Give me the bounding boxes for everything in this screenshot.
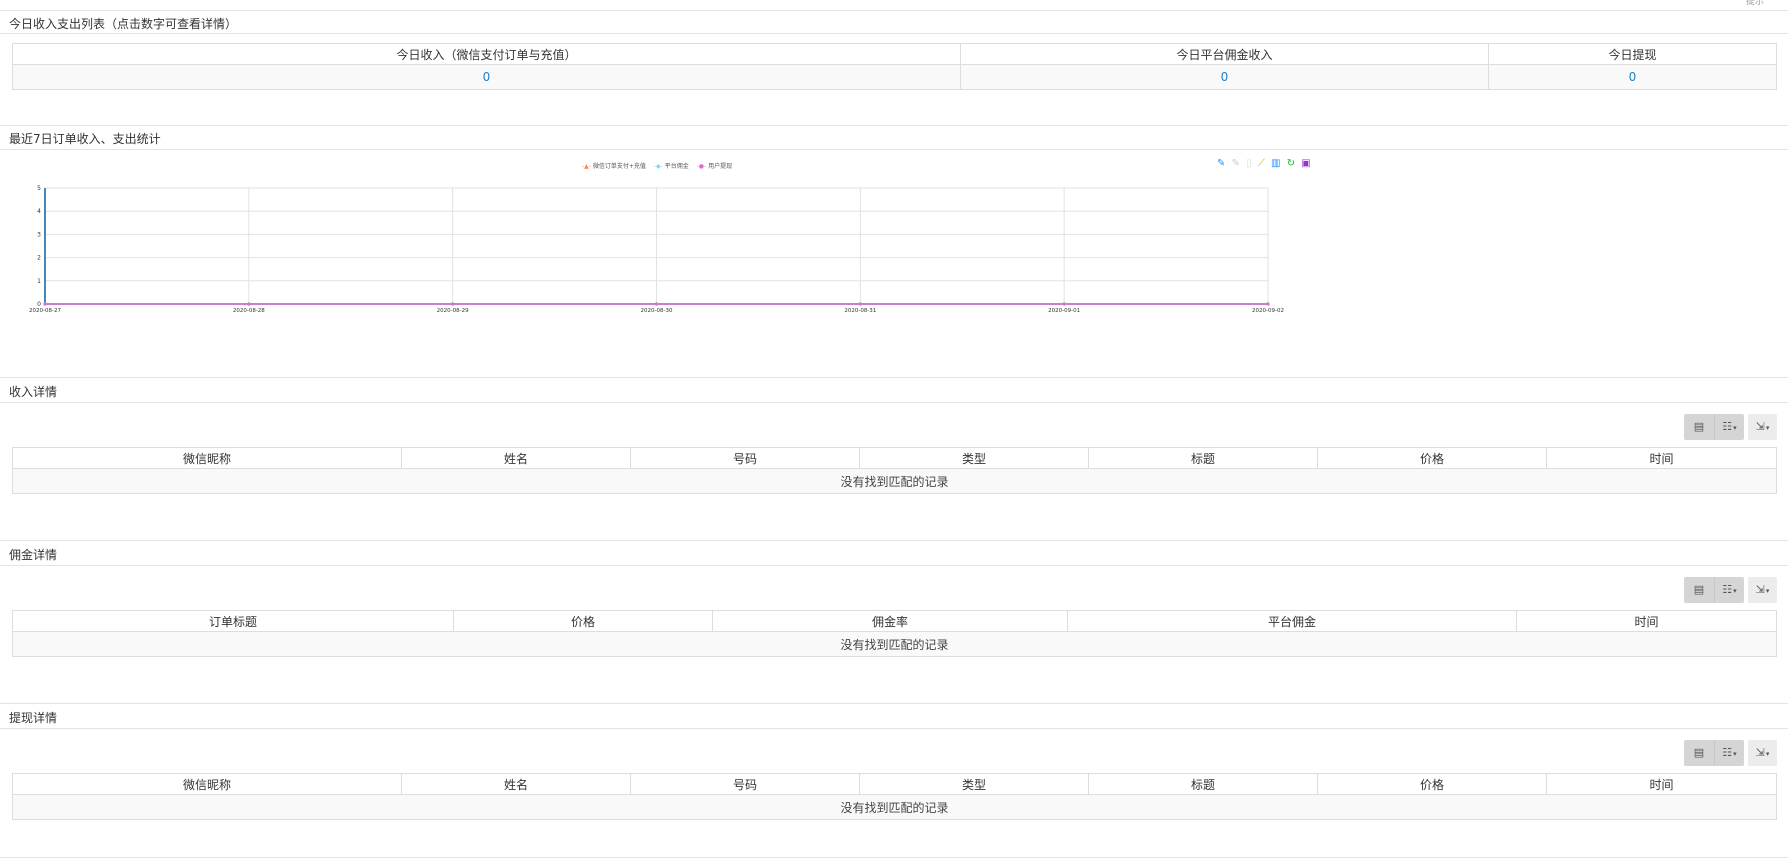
withdraw-panel-title: 提现详情: [9, 711, 58, 725]
section-divider: [0, 857, 1788, 858]
today-withdraw-header: 今日提现: [1488, 43, 1777, 65]
data-point: [247, 302, 251, 306]
data-point: [43, 302, 47, 306]
card-view-button[interactable]: ▤: [1684, 414, 1715, 440]
commission-table: 订单标题 价格 佣金率 平台佣金 时间 没有找到匹配的记录: [12, 610, 1777, 657]
column-header[interactable]: 微信昵称: [12, 447, 402, 469]
weekly-line-chart: 0 1 2 3 4 5 2020-08-27 2020-08-28 2020-08-29 2020…: [29, 185, 1284, 314]
today-summary-table: 今日收入（微信支付订单与充值） 今日平台佣金收入 今日提现 0 0 0: [12, 43, 1777, 90]
top-corner-text: 提示: [1745, 0, 1764, 7]
columns-button[interactable]: ☷▾: [1715, 414, 1744, 440]
today-income-header: 今日收入（微信支付订单与充值）: [12, 43, 961, 65]
column-header[interactable]: 时间: [1546, 773, 1777, 795]
export-button[interactable]: ⇲▾: [1748, 577, 1777, 603]
empty-message: 没有找到匹配的记录: [12, 794, 1777, 820]
column-header[interactable]: 姓名: [401, 447, 631, 469]
section-divider: [0, 540, 1788, 541]
export-icon: ⇲: [1755, 746, 1765, 759]
column-header[interactable]: 类型: [859, 447, 1089, 469]
data-point: [1266, 302, 1270, 306]
income-table-toolbar: ▤ ☷▾ ⇲▾: [1684, 414, 1777, 440]
income-panel-title: 收入详情: [9, 385, 58, 399]
section-divider: [0, 377, 1788, 378]
y-tick-label: 1: [37, 278, 41, 285]
card-view-icon: ▤: [1693, 583, 1705, 596]
export-button[interactable]: ⇲▾: [1748, 740, 1777, 766]
columns-button[interactable]: ☷▾: [1715, 740, 1744, 766]
column-header[interactable]: 价格: [1317, 447, 1547, 469]
table-header-row: 今日收入（微信支付订单与充值） 今日平台佣金收入 今日提现: [12, 43, 1777, 65]
y-tick-label: 3: [37, 231, 41, 238]
withdraw-table-toolbar: ▤ ☷▾ ⇲▾: [1684, 740, 1777, 766]
withdraw-table: 微信昵称 姓名 号码 类型 标题 价格 时间 没有找到匹配的记录: [12, 773, 1777, 820]
save-image-icon[interactable]: ▣: [1301, 158, 1310, 169]
column-header[interactable]: 号码: [630, 773, 860, 795]
y-tick-label: 2: [37, 255, 41, 262]
empty-message: 没有找到匹配的记录: [12, 468, 1777, 494]
data-point: [1062, 302, 1066, 306]
y-tick-label: 4: [37, 208, 41, 215]
income-table: 微信昵称 姓名 号码 类型 标题 价格 时间 没有找到匹配的记录: [12, 447, 1777, 494]
column-header[interactable]: 订单标题: [12, 610, 454, 632]
card-view-icon: ▤: [1693, 746, 1705, 759]
column-header[interactable]: 价格: [453, 610, 713, 632]
today-panel-title: 今日收入支出列表（点击数字可查看详情）: [9, 17, 238, 31]
commission-table-toolbar: ▤ ☷▾ ⇲▾: [1684, 577, 1777, 603]
card-view-icon: ▤: [1693, 420, 1705, 433]
data-point: [451, 302, 455, 306]
x-tick-label: 2020-08-30: [641, 308, 673, 314]
y-tick-label: 5: [37, 185, 41, 192]
today-commission-header: 今日平台佣金收入: [960, 43, 1489, 65]
table-row: 没有找到匹配的记录: [12, 794, 1777, 820]
card-view-button[interactable]: ▤: [1684, 740, 1715, 766]
section-divider: [0, 703, 1788, 704]
x-tick-label: 2020-09-02: [1252, 308, 1284, 314]
export-icon: ⇲: [1755, 420, 1765, 433]
column-header[interactable]: 佣金率: [712, 610, 1068, 632]
card-view-button[interactable]: ▤: [1684, 577, 1715, 603]
column-header[interactable]: 标题: [1088, 447, 1318, 469]
today-commission-value[interactable]: 0: [960, 64, 1489, 90]
columns-button[interactable]: ☷▾: [1715, 577, 1744, 603]
data-point: [654, 302, 659, 306]
x-tick-label: 2020-08-31: [844, 308, 876, 314]
export-icon: ⇲: [1755, 583, 1765, 596]
export-button[interactable]: ⇲▾: [1748, 414, 1777, 440]
table-row: 没有找到匹配的记录: [12, 468, 1777, 494]
column-header[interactable]: 平台佣金: [1067, 610, 1517, 632]
column-header[interactable]: 标题: [1088, 773, 1318, 795]
commission-panel-title: 佣金详情: [9, 548, 58, 562]
column-header[interactable]: 姓名: [401, 773, 631, 795]
section-divider: [0, 125, 1788, 126]
column-header[interactable]: 时间: [1546, 447, 1777, 469]
chart-panel-title: 最近7日订单收入、支出统计: [9, 132, 161, 146]
x-tick-label: 2020-09-01: [1048, 308, 1080, 314]
table-header-row: 微信昵称 姓名 号码 类型 标题 价格 时间: [12, 447, 1777, 469]
today-withdraw-value[interactable]: 0: [1488, 64, 1777, 90]
section-divider: [0, 33, 1788, 34]
column-header[interactable]: 价格: [1317, 773, 1547, 795]
column-header[interactable]: 微信昵称: [12, 773, 402, 795]
x-tick-label: 2020-08-28: [233, 308, 265, 314]
y-tick-label: 0: [37, 301, 41, 308]
section-divider: [0, 402, 1788, 403]
today-income-value[interactable]: 0: [12, 64, 961, 90]
columns-icon: ☷: [1722, 583, 1733, 596]
columns-icon: ☷: [1722, 746, 1733, 759]
column-header[interactable]: 号码: [630, 447, 860, 469]
section-divider: [0, 728, 1788, 729]
column-header[interactable]: 时间: [1516, 610, 1777, 632]
x-tick-label: 2020-08-29: [437, 308, 469, 314]
column-header[interactable]: 类型: [859, 773, 1089, 795]
table-row: 没有找到匹配的记录: [12, 631, 1777, 657]
columns-icon: ☷: [1722, 420, 1733, 433]
section-divider: [0, 10, 1788, 11]
data-point: [858, 302, 862, 306]
table-row: 0 0 0: [12, 64, 1777, 90]
x-tick-label: 2020-08-27: [29, 308, 61, 314]
table-header-row: 订单标题 价格 佣金率 平台佣金 时间: [12, 610, 1777, 632]
section-divider: [0, 565, 1788, 566]
table-header-row: 微信昵称 姓名 号码 类型 标题 价格 时间: [12, 773, 1777, 795]
empty-message: 没有找到匹配的记录: [12, 631, 1777, 657]
